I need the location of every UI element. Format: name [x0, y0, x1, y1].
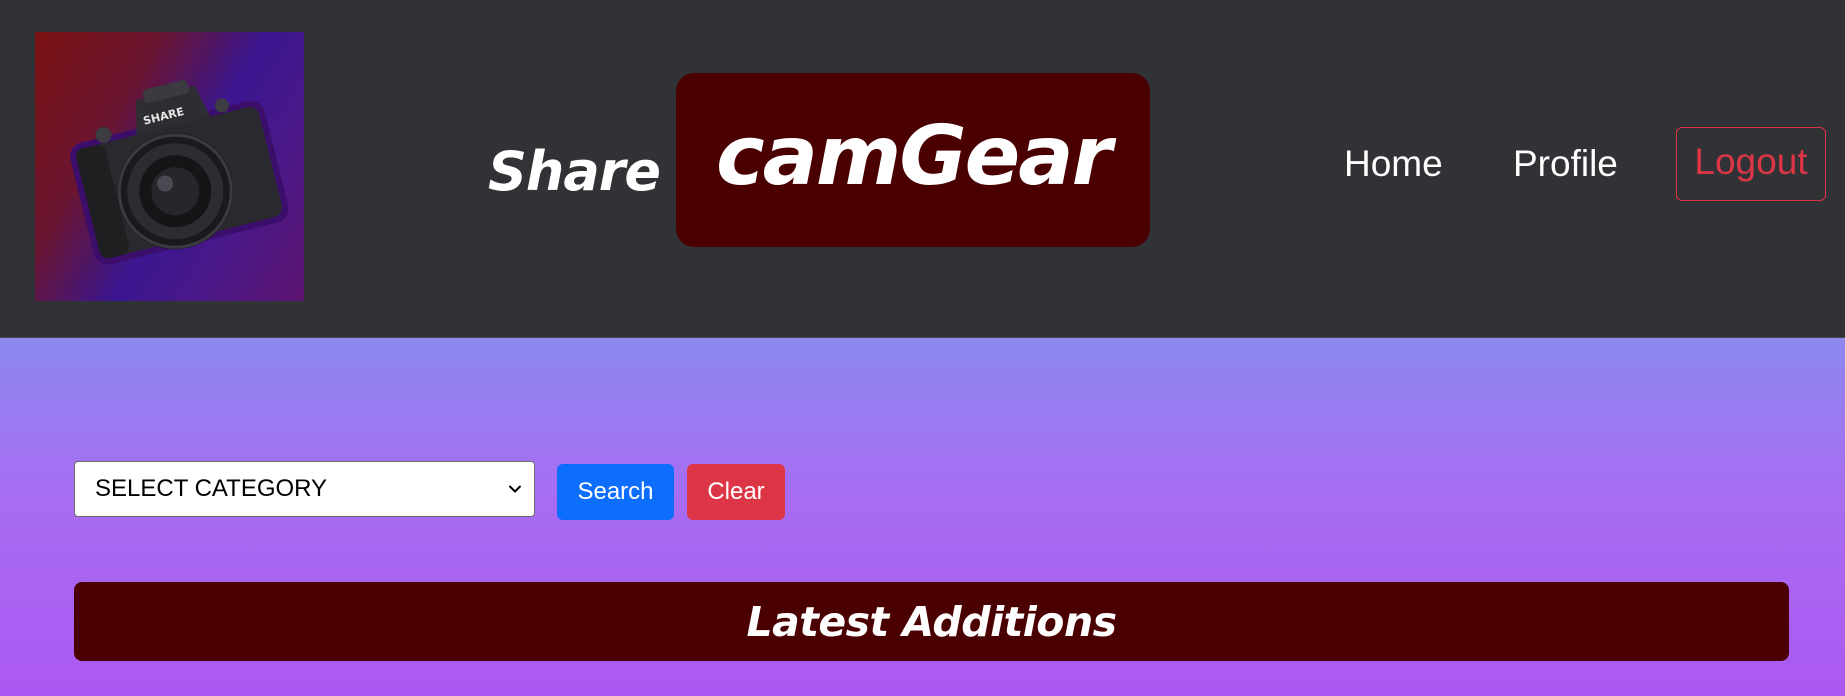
brand-name: camGear — [715, 108, 1112, 204]
brand-prefix: Share — [488, 139, 661, 203]
chevron-down-icon — [509, 485, 521, 493]
camera-logo[interactable]: SHARE — [35, 32, 304, 301]
section-header: Latest Additions — [74, 582, 1789, 661]
category-select[interactable]: SELECT CATEGORY — [74, 461, 535, 517]
clear-button[interactable]: Clear — [687, 464, 785, 520]
logout-button[interactable]: Logout — [1676, 127, 1826, 201]
nav-home-link[interactable]: Home — [1344, 143, 1443, 185]
main-content: SELECT CATEGORY Search Clear Latest Addi… — [0, 338, 1845, 696]
brand-name-box: camGear — [676, 73, 1151, 247]
category-select-value: SELECT CATEGORY — [95, 475, 328, 502]
camera-icon: SHARE — [70, 80, 289, 265]
nav-profile-link[interactable]: Profile — [1513, 143, 1618, 185]
navbar: SHARE Share camGear Home Profile Logout — [0, 0, 1845, 338]
brand[interactable]: Share camGear — [488, 73, 1151, 247]
section-title: Latest Additions — [746, 597, 1117, 646]
search-button[interactable]: Search — [557, 464, 674, 520]
